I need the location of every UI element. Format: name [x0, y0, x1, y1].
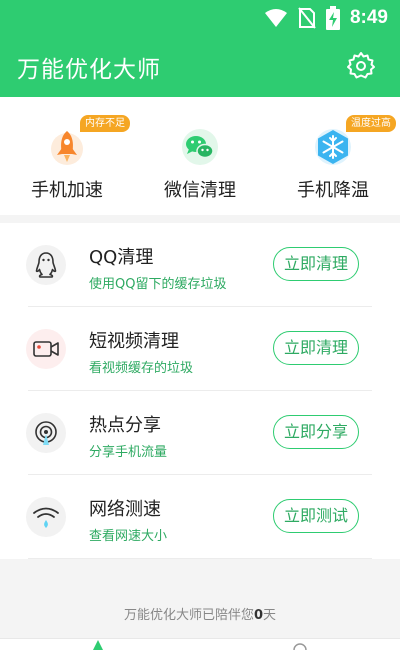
- home-tab-icon[interactable]: [92, 639, 104, 650]
- wechat-icon: [180, 127, 220, 167]
- settings-button[interactable]: [346, 50, 376, 80]
- share-now-button[interactable]: 立即分享: [273, 415, 359, 449]
- companion-days-prefix: 万能优化大师已陪伴您: [123, 608, 254, 623]
- wifi-speed-icon: [26, 497, 66, 537]
- profile-tab-icon[interactable]: [292, 639, 308, 650]
- quick-action-cooldown[interactable]: 温度过高 手机降温: [266, 97, 400, 215]
- list-item-network-speed-test[interactable]: 网络测速 查看网速大小 立即测试: [0, 475, 400, 559]
- item-subtitle: 使用QQ留下的缓存垃圾: [89, 277, 227, 292]
- no-sim-icon: [298, 7, 316, 29]
- test-now-button[interactable]: 立即测试: [273, 499, 359, 533]
- quick-action-label: 微信清理: [164, 180, 236, 201]
- item-title: 热点分享: [89, 415, 161, 436]
- clean-now-button[interactable]: 立即清理: [273, 247, 359, 281]
- clean-now-button[interactable]: 立即清理: [273, 331, 359, 365]
- item-subtitle: 分享手机流量: [89, 445, 168, 460]
- status-bar: 8:49: [0, 0, 400, 34]
- quick-actions: 内存不足 手机加速 微信清理 温度过高 手机降温: [0, 97, 400, 215]
- hotspot-icon: [26, 413, 66, 453]
- divider: [28, 558, 372, 559]
- list-item-hotspot-share[interactable]: 热点分享 分享手机流量 立即分享: [0, 391, 400, 475]
- list-item-qq-clean[interactable]: QQ清理 使用QQ留下的缓存垃圾 立即清理: [0, 223, 400, 307]
- quick-action-label: 手机加速: [31, 180, 103, 201]
- item-title: 网络测速: [89, 499, 161, 520]
- battery-charging-icon: [325, 6, 340, 30]
- companion-days-count: 0: [253, 608, 264, 623]
- high-temperature-badge: 温度过高: [346, 115, 396, 132]
- companion-days-text: 万能优化大师已陪伴您0天: [0, 604, 400, 623]
- quick-action-wechat-clean[interactable]: 微信清理: [133, 97, 267, 215]
- status-time: 8:49: [349, 7, 388, 28]
- rocket-icon: [47, 127, 87, 167]
- quick-action-speedup[interactable]: 内存不足 手机加速: [0, 97, 134, 215]
- item-subtitle: 查看网速大小: [89, 529, 168, 544]
- item-title: QQ清理: [89, 247, 154, 268]
- app-title: 万能优化大师: [17, 57, 161, 83]
- qq-penguin-icon: [26, 245, 66, 285]
- status-icons: 8:49: [264, 6, 388, 30]
- gear-icon: [347, 52, 375, 79]
- app-bar: 万能优化大师: [0, 34, 400, 97]
- item-subtitle: 看视频缓存的垃圾: [89, 361, 194, 376]
- bottom-nav: [0, 638, 400, 651]
- memory-low-badge: 内存不足: [80, 115, 130, 132]
- wifi-signal-icon: [264, 9, 287, 27]
- video-camera-icon: [26, 329, 66, 369]
- item-title: 短视频清理: [89, 331, 179, 352]
- list-item-short-video-clean[interactable]: 短视频清理 看视频缓存的垃圾 立即清理: [0, 307, 400, 391]
- snowflake-icon: [313, 127, 353, 167]
- feature-list: QQ清理 使用QQ留下的缓存垃圾 立即清理 短视频清理 看视频缓存的垃圾 立即清…: [0, 223, 400, 559]
- quick-action-label: 手机降温: [297, 180, 369, 201]
- companion-days-suffix: 天: [263, 608, 277, 623]
